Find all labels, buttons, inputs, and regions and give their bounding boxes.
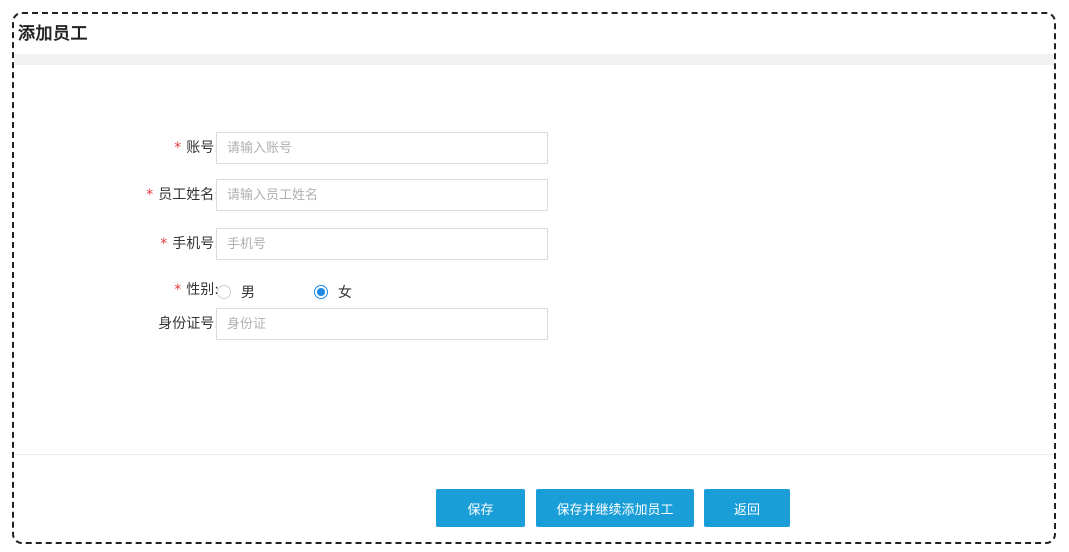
employee-name-input[interactable] xyxy=(216,179,548,211)
account-input[interactable] xyxy=(216,132,548,164)
radio-unchecked-icon[interactable] xyxy=(217,285,231,299)
required-mark: * xyxy=(160,236,168,252)
add-employee-panel: 添加员工 *账号: *员工姓名: *手机号: *性别: 男 女 xyxy=(12,12,1056,544)
page-title: 添加员工 xyxy=(18,24,88,44)
account-label: * 账号: xyxy=(174,140,219,156)
gender-radio-female[interactable]: 女 xyxy=(314,282,352,302)
gender-label: * 性别: xyxy=(174,282,219,298)
save-button[interactable]: 保存 xyxy=(436,489,525,527)
back-button[interactable]: 返回 xyxy=(704,489,790,527)
save-and-continue-button[interactable]: 保存并继续添加员工 xyxy=(536,489,694,527)
phone-input[interactable] xyxy=(216,228,548,260)
gender-option-label: 女 xyxy=(338,285,352,301)
name-label: * 员工姓名: xyxy=(146,187,219,203)
footer-divider xyxy=(14,454,1054,455)
phone-label: * 手机号: xyxy=(160,236,219,252)
radio-checked-icon[interactable] xyxy=(314,285,328,299)
required-mark: * xyxy=(146,187,154,203)
required-mark: * xyxy=(174,140,182,156)
id-card-input[interactable] xyxy=(216,308,548,340)
gender-option-label: 男 xyxy=(241,285,255,301)
gender-radio-male[interactable]: 男 xyxy=(217,282,255,302)
title-divider-band xyxy=(14,54,1054,65)
required-mark: * xyxy=(174,282,182,298)
id-card-label: 身份证号: xyxy=(158,316,219,332)
